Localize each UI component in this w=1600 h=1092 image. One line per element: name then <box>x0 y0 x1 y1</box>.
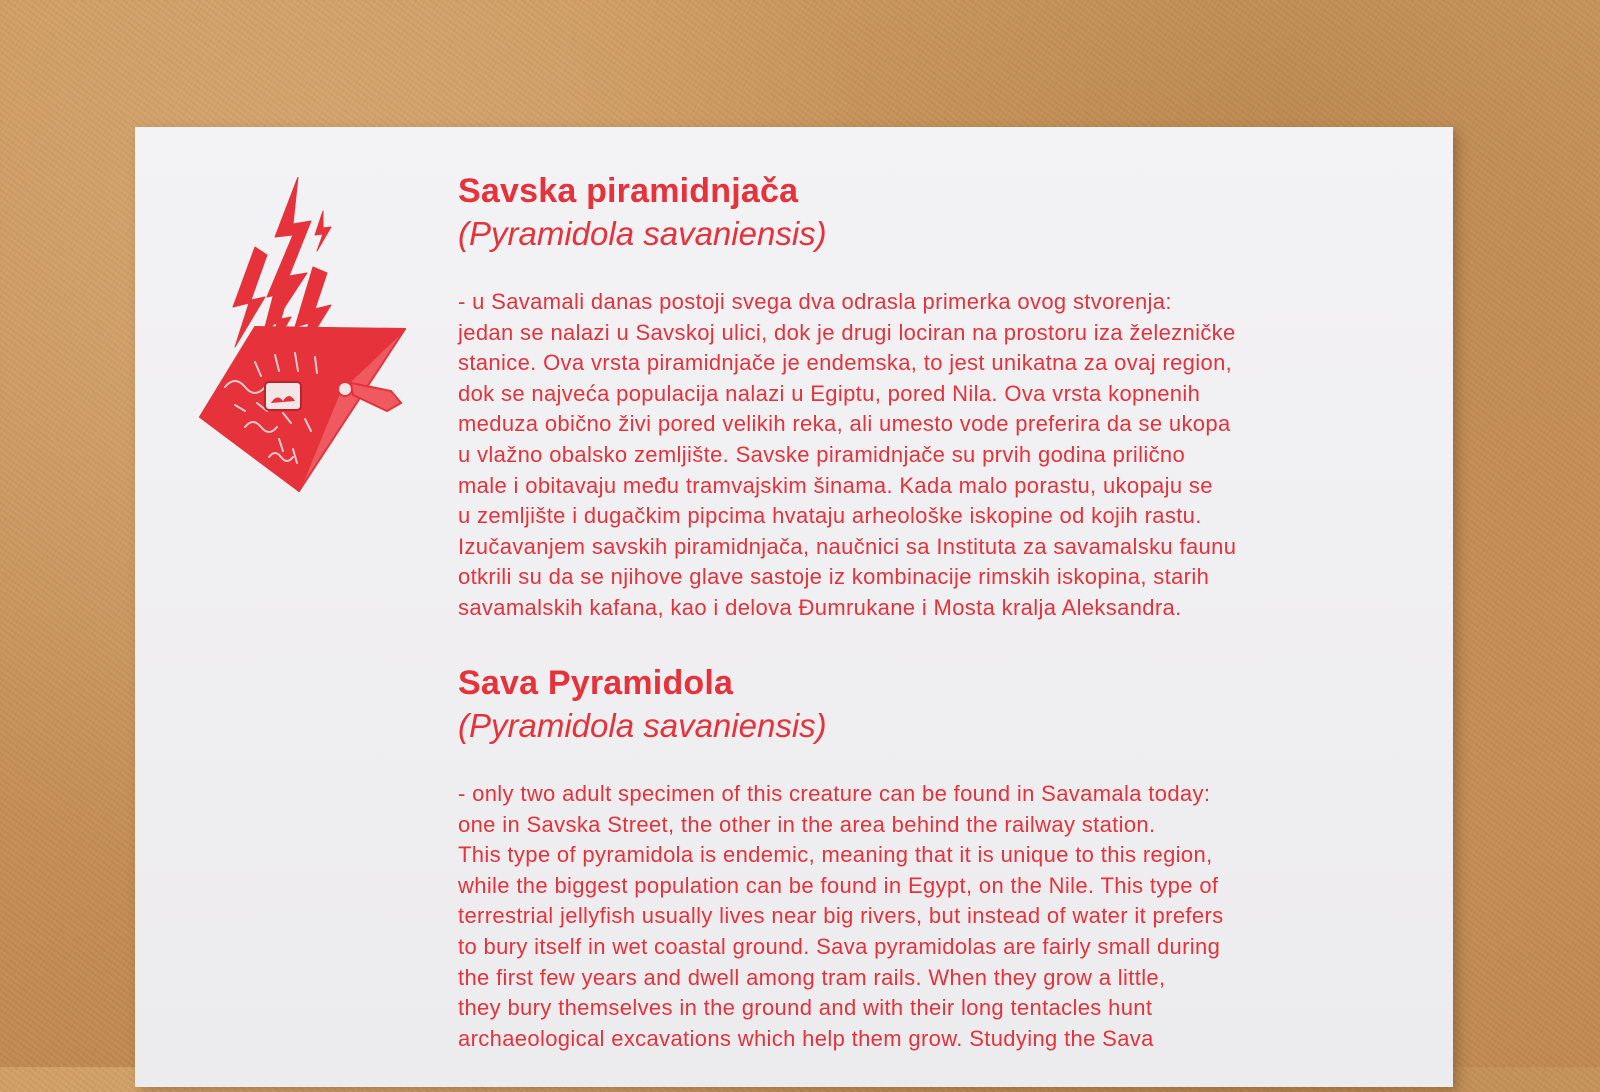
text-line: dok se najveća populacija nalazi u Egipt… <box>458 380 1201 406</box>
pyramid-creature-lightning-icon <box>199 177 406 492</box>
text-line: male i obitavaju među tramvajskim šinama… <box>458 472 1213 498</box>
serbian-description: - u Savamali danas postoji svega dva odr… <box>458 287 1418 624</box>
text-line: they bury themselves in the ground and w… <box>458 995 1153 1021</box>
text-line: to bury itself in wet coastal ground. Sa… <box>458 933 1221 959</box>
text-line: savamalskih kafana, kao i delova Đumruka… <box>458 594 1182 620</box>
text-line: u zemljište i dugačkim pipcima hvataju a… <box>458 503 1202 529</box>
text-line: u vlažno obalsko zemljište. Savske piram… <box>458 441 1186 467</box>
text-line: - u Savamali danas postoji svega dva odr… <box>458 289 1172 314</box>
serbian-title: Savska piramidnjača <box>458 172 799 210</box>
text-line: Izučavanjem savskih piramidnjača, naučni… <box>458 533 1237 559</box>
text-line: This type of pyramidola is endemic, mean… <box>458 842 1213 868</box>
text-line: - only two adult specimen of this creatu… <box>458 781 1211 806</box>
serbian-section: Savska piramidnjača (Pyramidola savanien… <box>458 171 1418 624</box>
text-line: the first few years and dwell among tram… <box>458 964 1166 990</box>
text-line: otkrili su da se njihove glave sastoje i… <box>458 564 1210 590</box>
text-line: one in Savska Street, the other in the a… <box>458 811 1156 837</box>
text-line: meduza obično živi pored velikih reka, a… <box>458 411 1231 437</box>
text-line: jedan se nalazi u Savskoj ulici, dok je … <box>458 319 1236 345</box>
text-line: while the biggest population can be foun… <box>458 872 1219 898</box>
text-line: stanice. Ova vrsta piramidnjače je endem… <box>458 350 1233 376</box>
english-description: - only two adult specimen of this creatu… <box>458 779 1418 1054</box>
info-card: Savska piramidnjača (Pyramidola savanien… <box>135 127 1453 1087</box>
text-line: archaeological excavations which help th… <box>458 1025 1154 1051</box>
english-latin-name: (Pyramidola savaniensis) <box>458 707 827 744</box>
english-title: Sava Pyramidola <box>458 664 734 702</box>
english-section: Sava Pyramidola (Pyramidola savaniensis)… <box>458 663 1418 1054</box>
text-line: terrestrial jellyfish usually lives near… <box>458 903 1224 929</box>
serbian-latin-name: (Pyramidola savaniensis) <box>458 215 827 252</box>
